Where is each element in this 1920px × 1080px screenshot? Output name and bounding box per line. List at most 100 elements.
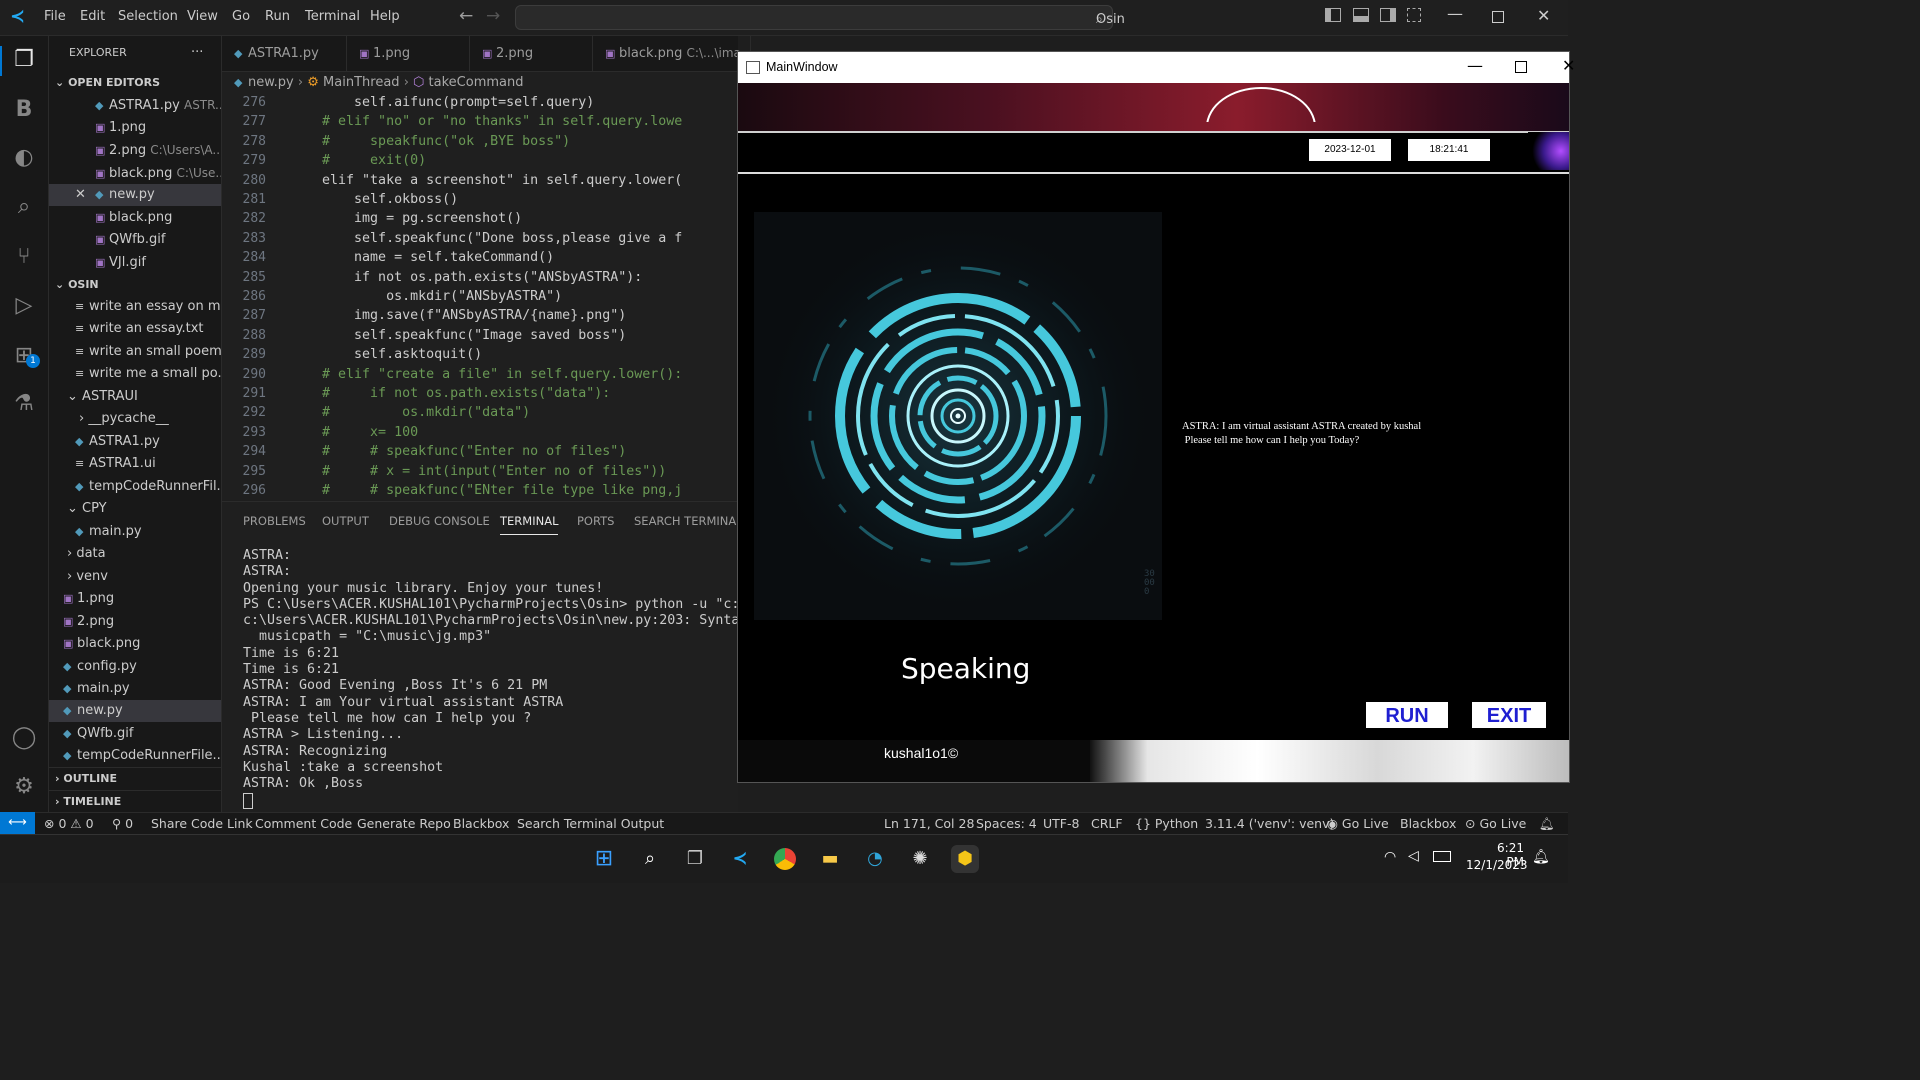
comment-code[interactable]: Comment Code	[255, 816, 352, 831]
go-live-1[interactable]: ◉ Go Live	[1327, 816, 1389, 831]
wifi-icon[interactable]: ◠	[1384, 849, 1396, 865]
tab-debug-console[interactable]: DEBUG CONSOLE	[389, 514, 490, 528]
tab-astra1-py[interactable]: ◆ ASTRA1.py	[222, 36, 347, 71]
breadcrumb-file[interactable]: new.py	[248, 75, 294, 90]
folder-item[interactable]: › data	[49, 543, 221, 565]
windows-start-icon[interactable]: ⊞	[590, 845, 618, 873]
remote-indicator-icon[interactable]: ⟷	[0, 812, 35, 834]
code-line[interactable]: os.mkdir("ANSbyASTRA")	[290, 289, 562, 304]
code-line[interactable]: self.speakfunc("Done boss,please give a …	[290, 231, 682, 246]
file-item[interactable]: ≡ write an essay on m...	[49, 296, 221, 318]
volume-icon[interactable]: ◁	[1408, 848, 1419, 864]
encoding[interactable]: UTF-8	[1043, 816, 1079, 831]
file-item[interactable]: ≡ write me a small po...	[49, 363, 221, 385]
tab-search-terminal[interactable]: SEARCH TERMINAL O	[634, 514, 738, 528]
file-explorer-icon[interactable]: ▬	[816, 845, 844, 873]
source-control-icon[interactable]: ⑂	[10, 243, 38, 271]
code-line[interactable]: name = self.takeCommand()	[290, 250, 554, 265]
menu-terminal[interactable]: Terminal	[305, 9, 360, 24]
code-line[interactable]: # x= 100	[290, 425, 418, 440]
code-line[interactable]: self.okboss()	[290, 192, 458, 207]
blackbox-status-right[interactable]: Blackbox	[1400, 816, 1456, 831]
menu-help[interactable]: Help	[370, 9, 400, 24]
folder-item[interactable]: › venv	[49, 566, 221, 588]
folder-item[interactable]: ⌄ CPY	[49, 498, 221, 520]
tab-ports[interactable]: PORTS	[577, 514, 614, 528]
open-editor-item[interactable]: ▣ QWfb.gif	[49, 229, 221, 251]
open-editor-item[interactable]: ▣ 1.png	[49, 117, 221, 139]
python-interpreter[interactable]: 3.11.4 ('venv': venv)	[1205, 816, 1334, 831]
notifications-bell-icon[interactable]: 🔔︎	[1539, 816, 1555, 832]
menu-go[interactable]: Go	[232, 9, 250, 24]
file-item[interactable]: ≡ write an small poem...	[49, 341, 221, 363]
code-line[interactable]: img.save(f"ANSbyASTRA/{name}.png")	[290, 308, 626, 323]
indentation[interactable]: Spaces: 4	[976, 816, 1037, 831]
battery-icon[interactable]	[1433, 851, 1451, 862]
ports-indicator[interactable]: ⚲ 0	[112, 816, 133, 831]
toggle-primary-sidebar-icon[interactable]	[1325, 8, 1341, 22]
code-line[interactable]: self.aifunc(prompt=self.query)	[290, 95, 594, 110]
code-line[interactable]: # elif "create a file" in self.query.low…	[290, 367, 682, 382]
cursor-position[interactable]: Ln 171, Col 28	[884, 816, 974, 831]
tab-output[interactable]: OUTPUT	[322, 514, 369, 528]
vscode-taskbar-icon[interactable]: ≺	[726, 845, 754, 873]
code-line[interactable]: # speakfunc("ok ,BYE boss")	[290, 134, 570, 149]
explorer-icon[interactable]: ❐	[10, 46, 38, 74]
terminal-output[interactable]: ASTRA: ASTRA: Opening your music library. …	[243, 548, 738, 792]
generate-repo[interactable]: Generate Repo	[357, 816, 451, 831]
breadcrumb-method[interactable]: takeCommand	[429, 75, 524, 90]
settings-gear-icon[interactable]: ⚙	[10, 773, 38, 801]
command-center-search[interactable]: ⌕ Osin	[515, 5, 1125, 30]
code-line[interactable]: self.asktoquit()	[290, 347, 482, 362]
chatgpt-icon[interactable]: ✺	[906, 845, 934, 873]
menu-selection[interactable]: Selection	[118, 9, 178, 24]
file-item-active[interactable]: ◆ new.py	[49, 700, 221, 722]
search-icon[interactable]: ⌕	[10, 193, 38, 221]
file-item[interactable]: ◆ tempCodeRunnerFile....	[49, 745, 221, 767]
close-icon[interactable]: ✕	[1537, 6, 1550, 25]
app-maximize-icon[interactable]	[1515, 61, 1527, 73]
run-debug-icon[interactable]: ▷	[10, 292, 38, 320]
codeium-icon[interactable]: ◐	[10, 144, 38, 172]
code-line[interactable]: # elif "no" or "no thanks" in self.query…	[290, 114, 682, 129]
code-line[interactable]: # # x = int(input("Enter no of files"))	[290, 464, 666, 479]
app-minimize-icon[interactable]: —	[1467, 56, 1483, 75]
timeline-header[interactable]: › TIMELINE	[49, 790, 221, 813]
clock-date[interactable]: 12/1/2023	[1466, 858, 1528, 872]
code-line[interactable]: if not os.path.exists("ANSbyASTRA"):	[290, 270, 642, 285]
code-line[interactable]: # os.mkdir("data")	[290, 405, 530, 420]
go-live-2[interactable]: ⊙ Go Live	[1465, 816, 1526, 831]
tab-terminal[interactable]: TERMINAL	[500, 514, 559, 535]
tab-2-png[interactable]: ▣ 2.png	[470, 36, 593, 71]
file-item[interactable]: ◆ config.py	[49, 656, 221, 678]
menu-edit[interactable]: Edit	[80, 9, 105, 24]
tab-black-png[interactable]: ▣ black.png C:\...\ima	[593, 36, 751, 71]
outline-header[interactable]: › OUTLINE	[49, 767, 221, 790]
testing-icon[interactable]: ⚗	[10, 390, 38, 418]
file-item[interactable]: ▣ 1.png	[49, 588, 221, 610]
task-view-icon[interactable]: ❐	[681, 845, 709, 873]
file-item[interactable]: ◆ QWfb.gif	[49, 723, 221, 745]
python-app-icon[interactable]: ⬢	[951, 845, 979, 873]
tab-1-png[interactable]: ▣ 1.png	[347, 36, 470, 71]
share-code-link[interactable]: Share Code Link	[151, 816, 253, 831]
restore-icon[interactable]	[1492, 11, 1504, 23]
file-item[interactable]: ≡ write an essay.txt	[49, 318, 221, 340]
more-actions-icon[interactable]: ···	[191, 42, 221, 64]
file-item[interactable]: ▣ 2.png	[49, 611, 221, 633]
blackbox-icon[interactable]: B	[10, 96, 38, 124]
open-editor-item[interactable]: ▣ 2.png C:\Users\A...	[49, 139, 221, 161]
file-item[interactable]: ◆ ASTRA1.py	[49, 431, 221, 453]
open-editors-header[interactable]: ⌄ OPEN EDITORS	[49, 72, 221, 94]
open-editor-item[interactable]: ▣ black.png	[49, 207, 221, 229]
open-editor-item[interactable]: ▣black.png C:\Use...	[49, 162, 221, 184]
problems-indicator[interactable]: ⊗ 0 ⚠ 0	[44, 816, 94, 831]
notification-icon[interactable]: 🔔︎	[1532, 849, 1550, 865]
back-arrow-icon[interactable]: ←	[459, 6, 473, 26]
file-item[interactable]: ◆ tempCodeRunnerFil...	[49, 476, 221, 498]
code-editor[interactable]: 276 self.aifunc(prompt=self.query) 277 # …	[222, 94, 738, 500]
file-item[interactable]: ◆ main.py	[49, 521, 221, 543]
account-icon[interactable]: ◯	[10, 724, 38, 752]
code-line[interactable]: elif "take a screenshot" in self.query.l…	[290, 173, 682, 188]
search-icon[interactable]: ⌕	[636, 845, 664, 873]
